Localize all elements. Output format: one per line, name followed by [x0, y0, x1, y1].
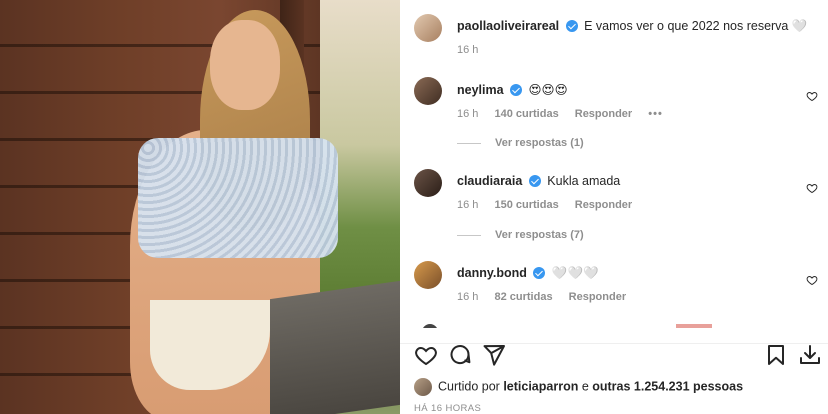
caption-text: E vamos ver o que 2022 nos reserva 🤍: [584, 19, 808, 33]
heart-icon[interactable]: [806, 90, 818, 102]
username[interactable]: neylima: [457, 83, 504, 97]
liked-by-avatar[interactable]: [414, 378, 432, 396]
heart-icon[interactable]: [806, 182, 818, 194]
avatar[interactable]: [414, 77, 442, 105]
verified-icon: [533, 267, 546, 279]
comment-icon[interactable]: [448, 343, 472, 367]
heart-icon[interactable]: [414, 343, 438, 367]
share-icon[interactable]: [482, 343, 506, 367]
reply-button[interactable]: Responder: [575, 108, 632, 120]
reply-button[interactable]: Responder: [569, 291, 626, 303]
comment-text: 😍😍😍: [528, 83, 568, 97]
comment-time: 16 h: [457, 199, 479, 211]
comment-time: 16 h: [457, 108, 479, 120]
comment-time: 16 h: [457, 44, 479, 56]
view-replies-button[interactable]: Ver respostas (7): [457, 229, 584, 241]
like-count[interactable]: 82 curtidas: [494, 291, 552, 303]
heart-icon[interactable]: [806, 274, 818, 286]
bookmark-icon[interactable]: [764, 343, 788, 367]
liked-by-user[interactable]: leticiaparron: [503, 379, 578, 393]
verified-icon: [510, 84, 523, 96]
avatar[interactable]: [414, 261, 442, 289]
comment-text: Kukla amada: [547, 174, 621, 188]
avatar[interactable]: [414, 14, 442, 42]
verified-icon: [528, 175, 541, 187]
view-replies-button[interactable]: Ver respostas (1): [457, 137, 584, 149]
reply-button[interactable]: Responder: [575, 199, 632, 211]
like-count[interactable]: 150 curtidas: [494, 199, 558, 211]
liked-by: Curtido por leticiaparron e outras 1.254…: [414, 378, 743, 396]
next-comment-partial: [414, 322, 824, 328]
verified-icon: [565, 20, 578, 32]
comment-time: 16 h: [457, 291, 479, 303]
username[interactable]: paollaoliveirareal: [457, 19, 559, 33]
username[interactable]: danny.bond: [457, 266, 527, 280]
liked-by-others[interactable]: outras 1.254.231 pessoas: [592, 379, 743, 393]
more-options-icon[interactable]: •••: [648, 108, 663, 120]
username[interactable]: claudiaraia: [457, 174, 522, 188]
like-count[interactable]: 140 curtidas: [494, 108, 558, 120]
post-timestamp[interactable]: HÁ 16 HORAS: [414, 403, 481, 414]
post-panel: paollaoliveirareal E vamos ver o que 202…: [400, 0, 828, 414]
action-bar: [414, 343, 824, 369]
post-photo[interactable]: [0, 0, 400, 414]
comment-text: 🤍🤍🤍: [551, 266, 599, 280]
avatar[interactable]: [414, 169, 442, 197]
download-icon[interactable]: [798, 343, 822, 367]
balcony-rail: [270, 280, 400, 414]
